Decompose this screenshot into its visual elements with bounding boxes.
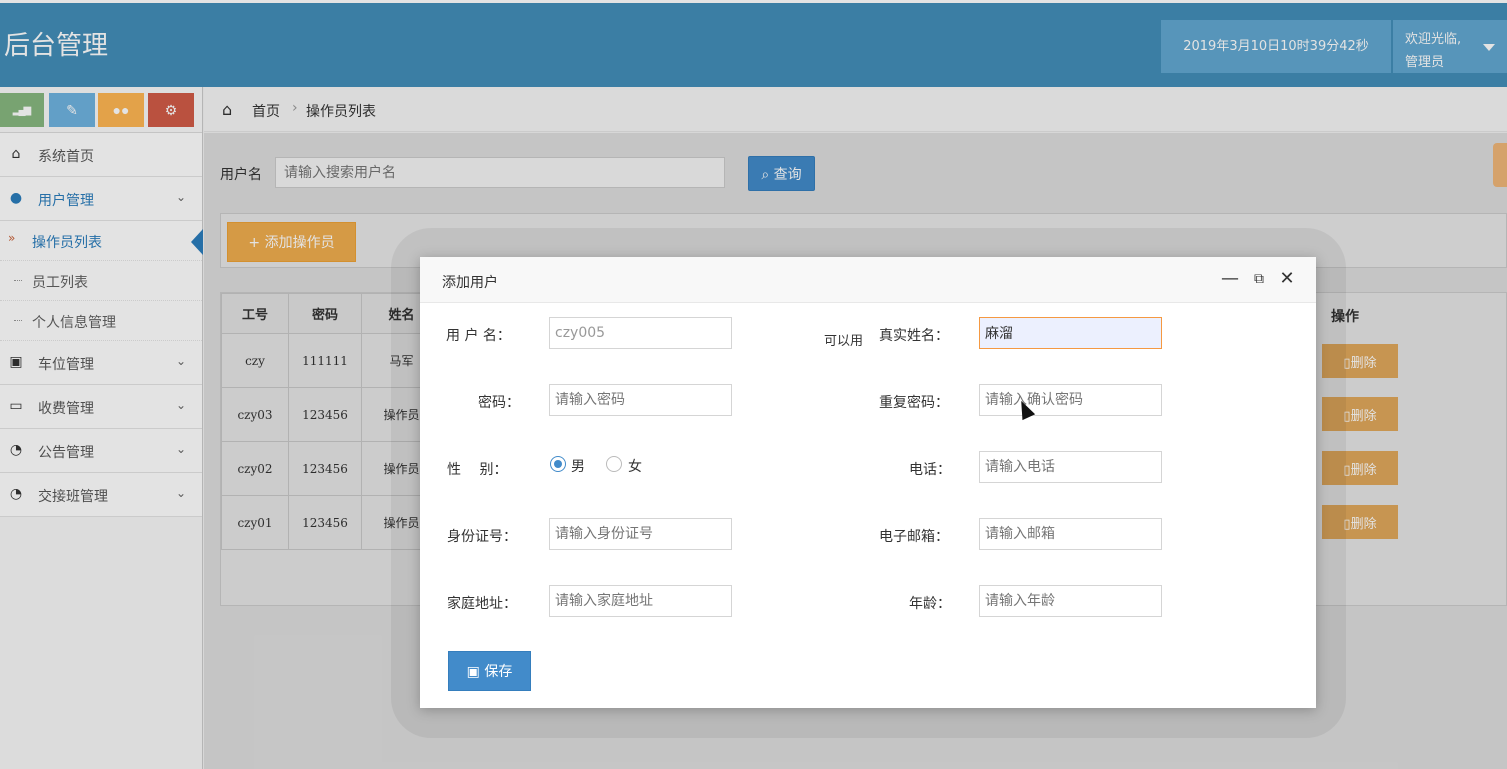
username-hint: 可以用 bbox=[824, 334, 864, 349]
realname-label: 真实姓名： bbox=[879, 328, 949, 344]
add-user-dialog: 添加用户 — ⧉ ✕ 用 户 名： 可以用 真实姓名： 密码： 重复密码： 性 … bbox=[420, 257, 1316, 708]
username-field[interactable] bbox=[549, 317, 732, 349]
age-label: 年龄： bbox=[909, 596, 951, 612]
realname-field[interactable] bbox=[979, 317, 1162, 349]
close-icon[interactable]: ✕ bbox=[1277, 269, 1297, 289]
email-field[interactable] bbox=[979, 518, 1162, 550]
phone-field[interactable] bbox=[979, 451, 1162, 483]
gender-female-radio[interactable] bbox=[606, 456, 622, 472]
repeat-password-field[interactable] bbox=[979, 384, 1162, 416]
floppy-disk-icon: ▣ bbox=[466, 664, 485, 680]
dialog-header: 添加用户 — ⧉ ✕ bbox=[420, 257, 1316, 303]
idcard-label: 身份证号： bbox=[447, 529, 517, 545]
password-field[interactable] bbox=[549, 384, 732, 416]
address-field[interactable] bbox=[549, 585, 732, 617]
username-label: 用 户 名： bbox=[446, 328, 511, 344]
dialog-title: 添加用户 bbox=[442, 275, 498, 291]
age-field[interactable] bbox=[979, 585, 1162, 617]
gender-male-radio[interactable] bbox=[550, 456, 566, 472]
gender-female-label: 女 bbox=[628, 459, 642, 475]
email-label: 电子邮箱： bbox=[879, 529, 949, 545]
minimize-icon[interactable]: — bbox=[1220, 269, 1240, 289]
gender-label: 性 别： bbox=[447, 462, 508, 478]
password-label: 密码： bbox=[478, 395, 520, 411]
address-label: 家庭地址： bbox=[447, 596, 517, 612]
save-button[interactable]: ▣ 保存 bbox=[448, 651, 531, 691]
maximize-icon[interactable]: ⧉ bbox=[1249, 269, 1269, 289]
phone-label: 电话： bbox=[909, 462, 951, 478]
gender-male-label: 男 bbox=[571, 459, 585, 475]
repeat-password-label: 重复密码： bbox=[879, 395, 949, 411]
idcard-field[interactable] bbox=[549, 518, 732, 550]
